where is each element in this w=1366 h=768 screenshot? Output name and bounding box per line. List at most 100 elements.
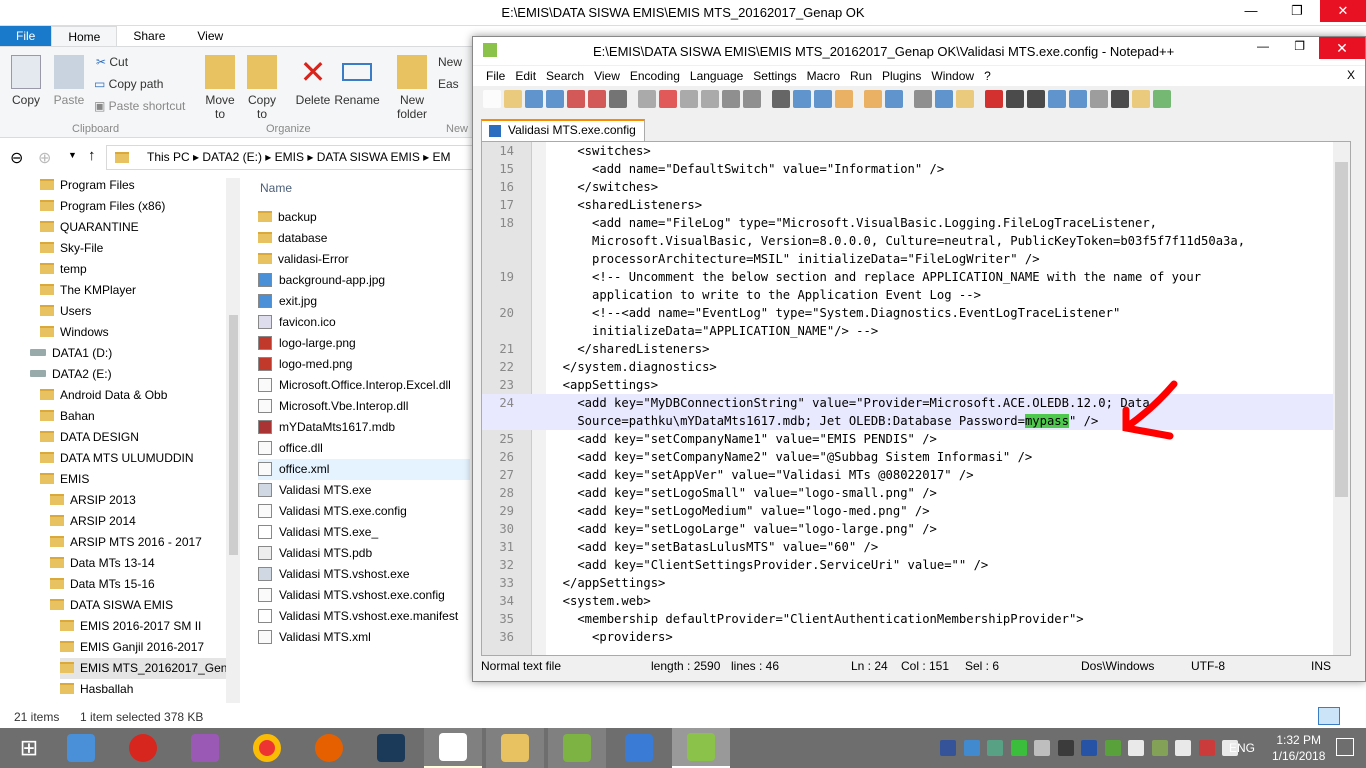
- volume-muted-icon[interactable]: [1198, 740, 1215, 756]
- nav-item[interactable]: Bahan: [40, 406, 240, 427]
- editor-scrollbar-thumb[interactable]: [1335, 162, 1348, 497]
- code-line[interactable]: 26 <add key="setCompanyName2" value="@Su…: [482, 448, 1346, 466]
- nav-item[interactable]: Data MTs 15-16: [50, 574, 240, 595]
- toolbar-button-icon[interactable]: [588, 90, 606, 108]
- toolbar-button-icon[interactable]: [864, 90, 882, 108]
- battery-icon[interactable]: [963, 740, 980, 756]
- menu-item[interactable]: Encoding: [625, 66, 685, 86]
- language-indicator[interactable]: ENG: [1229, 741, 1255, 755]
- file-item[interactable]: Validasi MTS.exe_: [258, 522, 470, 543]
- file-item[interactable]: Microsoft.Office.Interop.Excel.dll: [258, 375, 470, 396]
- toolbar-button-icon[interactable]: [1132, 90, 1150, 108]
- toolbar-button-icon[interactable]: [504, 90, 522, 108]
- nav-item[interactable]: The KMPlayer: [40, 280, 240, 301]
- file-item[interactable]: Validasi MTS.exe.config: [258, 501, 470, 522]
- code-line[interactable]: 18 <add name="FileLog" type="Microsoft.V…: [482, 214, 1346, 232]
- menu-item[interactable]: Macro: [802, 66, 845, 86]
- signal-icon[interactable]: [1175, 740, 1191, 756]
- toolbar-button-icon[interactable]: [638, 90, 656, 108]
- copy-to-button[interactable]: Copy to: [244, 55, 280, 121]
- minimize-button[interactable]: —: [1228, 0, 1274, 22]
- code-line[interactable]: 35 <membership defaultProvider="ClientAu…: [482, 610, 1346, 628]
- nav-item[interactable]: DATA SISWA EMIS: [50, 595, 240, 616]
- code-line[interactable]: 17 <sharedListeners>: [482, 196, 1346, 214]
- taskbar-chrome[interactable]: [238, 728, 296, 768]
- toolbar-button-icon[interactable]: [793, 90, 811, 108]
- toolbar-button-icon[interactable]: [483, 90, 501, 108]
- file-item[interactable]: Validasi MTS.vshost.exe.manifest: [258, 606, 470, 627]
- file-item[interactable]: Validasi MTS.xml: [258, 627, 470, 648]
- file-item[interactable]: exit.jpg: [258, 291, 470, 312]
- crumb-emis[interactable]: EMIS: [275, 150, 304, 164]
- taskbar-app-2[interactable]: [114, 728, 172, 768]
- nav-item[interactable]: temp: [40, 259, 240, 280]
- download-icon[interactable]: [1010, 740, 1027, 756]
- crumb-data2[interactable]: DATA2 (E:): [202, 150, 262, 164]
- file-item[interactable]: office.xml: [258, 459, 470, 480]
- nav-item[interactable]: Program Files (x86): [40, 196, 240, 217]
- code-line[interactable]: 22 </system.diagnostics>: [482, 358, 1346, 376]
- nav-item[interactable]: Windows: [40, 322, 240, 343]
- file-item[interactable]: backup: [258, 207, 470, 228]
- code-line[interactable]: 28 <add key="setLogoSmall" value="logo-s…: [482, 484, 1346, 502]
- code-line[interactable]: 32 <add key="ClientSettingsProvider.Serv…: [482, 556, 1346, 574]
- toolbar-button-icon[interactable]: [835, 90, 853, 108]
- power-icon[interactable]: [1128, 740, 1144, 756]
- toolbar-button-icon[interactable]: [772, 90, 790, 108]
- npp-minimize-button[interactable]: —: [1257, 39, 1269, 53]
- close-document-button[interactable]: X: [1347, 68, 1355, 82]
- menu-item[interactable]: File: [481, 66, 510, 86]
- recent-dropdown-icon[interactable]: ▼: [68, 150, 77, 160]
- tab-view[interactable]: View: [181, 26, 239, 46]
- paste-shortcut-button[interactable]: ▣ Paste shortcut: [94, 99, 185, 113]
- menu-item[interactable]: View: [589, 66, 625, 86]
- toolbar-button-icon[interactable]: [935, 90, 953, 108]
- code-line[interactable]: 27 <add key="setAppVer" value="Validasi …: [482, 466, 1346, 484]
- tab-validasi-config[interactable]: Validasi MTS.exe.config: [481, 119, 645, 141]
- file-item[interactable]: Validasi MTS.exe: [258, 480, 470, 501]
- file-item[interactable]: Validasi MTS.vshost.exe: [258, 564, 470, 585]
- toolbar-button-icon[interactable]: [659, 90, 677, 108]
- nav-item[interactable]: ARSIP 2014: [50, 511, 240, 532]
- file-item[interactable]: background-app.jpg: [258, 270, 470, 291]
- tab-file[interactable]: File: [0, 26, 52, 46]
- taskbar-app-10[interactable]: [548, 728, 606, 768]
- nav-item[interactable]: EMIS Ganjil 2016-2017: [60, 637, 240, 658]
- file-item[interactable]: logo-med.png: [258, 354, 470, 375]
- menu-item[interactable]: Settings: [748, 66, 801, 86]
- file-item[interactable]: mYDataMts1617.mdb: [258, 417, 470, 438]
- delete-button[interactable]: ✕ Delete: [294, 55, 332, 107]
- paste-button[interactable]: Paste: [52, 55, 86, 107]
- move-to-button[interactable]: Move to: [202, 55, 238, 121]
- code-line[interactable]: 14 <switches>: [482, 142, 1346, 160]
- toolbar-button-icon[interactable]: [1027, 90, 1045, 108]
- nav-item[interactable]: EMIS 2016-2017 SM II: [60, 616, 240, 637]
- code-line[interactable]: Source=pathku\mYDataMts1617.mdb; Jet OLE…: [482, 412, 1346, 430]
- notifications-icon[interactable]: [1336, 738, 1354, 756]
- crumb-emis-mts[interactable]: EM: [433, 150, 451, 164]
- nav-item[interactable]: ARSIP 2013: [50, 490, 240, 511]
- taskbar-app-8[interactable]: [424, 728, 482, 768]
- nav-item[interactable]: Program Files: [40, 175, 240, 196]
- nav-item[interactable]: DATA2 (E:): [30, 364, 240, 385]
- code-line[interactable]: 21 </sharedListeners>: [482, 340, 1346, 358]
- nav-item[interactable]: Android Data & Obb: [40, 385, 240, 406]
- code-line[interactable]: 33 </appSettings>: [482, 574, 1346, 592]
- taskbar-app-3[interactable]: [176, 728, 234, 768]
- toolbar-button-icon[interactable]: [1153, 90, 1171, 108]
- nav-item[interactable]: Data MTs 13-14: [50, 553, 240, 574]
- code-line[interactable]: 34 <system.web>: [482, 592, 1346, 610]
- nvidia-icon[interactable]: [1104, 740, 1121, 756]
- taskbar-file-explorer[interactable]: [486, 728, 544, 768]
- headset-icon[interactable]: [1057, 740, 1074, 756]
- code-line[interactable]: Microsoft.VisualBasic, Version=8.0.0.0, …: [482, 232, 1346, 250]
- back-icon[interactable]: ⊖: [10, 148, 23, 168]
- toolbar-button-icon[interactable]: [1069, 90, 1087, 108]
- toolbar-button-icon[interactable]: [525, 90, 543, 108]
- nav-scrollbar-thumb[interactable]: [229, 315, 238, 555]
- nav-item[interactable]: ARSIP MTS 2016 - 2017: [50, 532, 240, 553]
- taskbar-notepadpp[interactable]: [672, 728, 730, 768]
- code-line[interactable]: initializeData="APPLICATION_NAME"/> -->: [482, 322, 1346, 340]
- clock[interactable]: 1:32 PM 1/16/2018: [1272, 732, 1325, 764]
- file-item[interactable]: database: [258, 228, 470, 249]
